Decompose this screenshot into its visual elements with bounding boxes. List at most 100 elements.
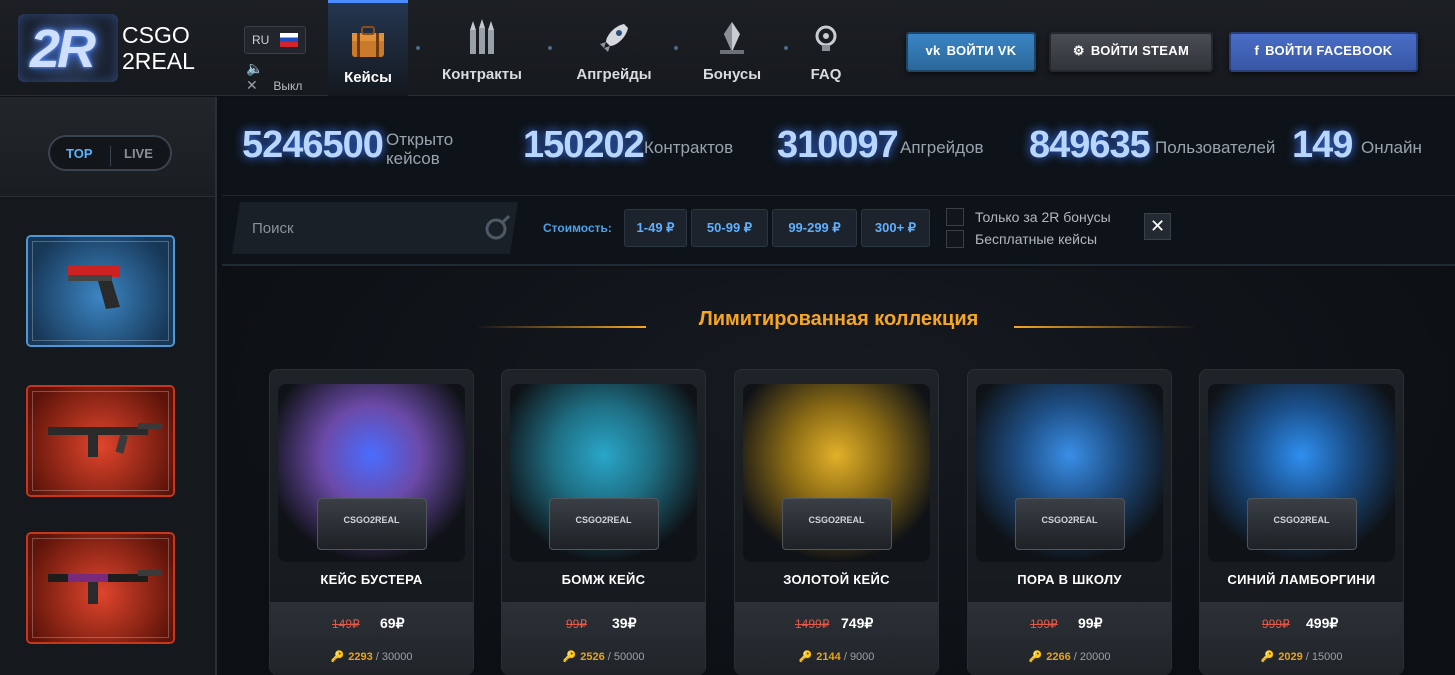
case-price: 69₽ [380, 615, 405, 631]
case-card[interactable]: CSGO2REAL СИНИЙ ЛАМБОРГИНИ 999₽ 499₽ 🔑 20… [1199, 369, 1404, 675]
search-input[interactable] [252, 216, 462, 240]
case-price-band [968, 602, 1171, 675]
login-vk-label: ВОЙТИ VK [946, 43, 1017, 58]
case-artwork: CSGO2REAL [1208, 384, 1395, 562]
crystal-icon [720, 22, 744, 54]
key-icon: 🔑 [1028, 651, 1043, 663]
nav-cases[interactable]: Кейсы [328, 0, 408, 96]
language-selector[interactable]: RU [244, 26, 306, 54]
case-total-count: 30000 [381, 651, 413, 663]
case-total-count: 9000 [849, 651, 875, 663]
case-box-icon: CSGO2REAL [548, 498, 659, 550]
site-stats-bar: 5246500 Открыто кейсов 150202 Контрактов… [222, 98, 1455, 196]
case-artwork: CSGO2REAL [976, 384, 1163, 562]
case-stock: 🔑 2526 / 50000 [502, 650, 705, 663]
vk-icon: vk [925, 43, 941, 58]
case-stock: 🔑 2266 / 20000 [968, 650, 1171, 663]
case-total-count: 20000 [1079, 651, 1111, 663]
title-decor-right [1014, 326, 1196, 328]
case-name: КЕЙС БУСТЕРА [320, 572, 423, 587]
login-facebook-button[interactable]: f ВОЙТИ FACEBOOK [1229, 32, 1418, 72]
key-icon: 🔑 [798, 651, 813, 663]
case-sold-count: 2293 [348, 651, 373, 663]
case-artwork: CSGO2REAL [510, 384, 697, 562]
cost-label: Стоимость: [543, 221, 612, 235]
price-filter-300-plus[interactable]: 300+ ₽ [861, 209, 930, 247]
case-old-price: 999₽ [1262, 617, 1290, 631]
drops-header: TOP LIVE [0, 97, 215, 197]
drop-card[interactable] [28, 237, 173, 345]
logo-wordmark: CSGO 2REAL [122, 22, 195, 74]
case-price-band [502, 602, 705, 675]
case-box-label: CSGO2REAL [575, 515, 632, 525]
logo-2r-text: 2R [30, 19, 96, 79]
sound-label: Выкл [273, 79, 303, 93]
briefcase-icon [352, 26, 384, 57]
nav-contracts[interactable]: Контракты [434, 0, 530, 96]
login-vk-button[interactable]: vk ВОЙТИ VK [906, 32, 1036, 72]
nav-label: Кейсы [344, 69, 392, 86]
toggle-top[interactable]: TOP [66, 146, 93, 161]
top-live-toggle[interactable]: TOP LIVE [48, 135, 172, 171]
case-stock: 🔑 2144 / 9000 [735, 650, 938, 663]
price-filter-99-299[interactable]: 99-299 ₽ [772, 209, 857, 247]
case-sold-count: 2266 [1046, 651, 1071, 663]
case-card[interactable]: CSGO2REAL КЕЙС БУСТЕРА 149₽ 69₽ 🔑 2293 / … [269, 369, 474, 675]
case-price: 499₽ [1306, 615, 1339, 631]
case-old-price: 199₽ [1030, 617, 1058, 631]
case-total-count: 15000 [1311, 651, 1343, 663]
stat-users-value: 849635 [1029, 124, 1151, 166]
language-code: RU [252, 33, 270, 47]
rifle-icon [48, 423, 162, 457]
case-old-price: 99₽ [566, 617, 587, 631]
nav-separator-dot [548, 46, 552, 50]
case-card[interactable]: CSGO2REAL ПОРА В ШКОЛУ 199₽ 99₽ 🔑 2266 / … [967, 369, 1172, 675]
stat-upgrades-value: 310097 [777, 124, 899, 166]
case-box-icon: CSGO2REAL [781, 498, 892, 550]
bullets-icon [470, 19, 494, 54]
case-box-icon: CSGO2REAL [1014, 498, 1125, 550]
case-name: ЗОЛОТОЙ КЕЙС [783, 572, 890, 587]
nav-upgrades[interactable]: Апгрейды [568, 0, 660, 96]
case-artwork: CSGO2REAL [278, 384, 465, 562]
site-logo[interactable]: 2R CSGO 2REAL [18, 10, 218, 84]
price-filter-1-49[interactable]: 1-49 ₽ [624, 209, 687, 247]
live-drops-sidebar: TOP LIVE [0, 97, 217, 675]
nav-separator-dot [416, 46, 420, 50]
free-cases-checkbox[interactable] [946, 230, 964, 248]
login-steam-button[interactable]: ⚙ ВОЙТИ STEAM [1049, 32, 1213, 72]
logo-line-1: CSGO [122, 22, 190, 48]
nav-label: Контракты [442, 66, 522, 83]
case-card[interactable]: CSGO2REAL БОМЖ КЕЙС 99₽ 39₽ 🔑 2526 / 5000… [501, 369, 706, 675]
stat-contracts-label: Контрактов [644, 138, 734, 157]
search-box [232, 202, 518, 254]
clear-filters-button[interactable]: ✕ [1144, 213, 1171, 240]
case-sold-count: 2526 [580, 651, 605, 663]
nav-bonuses[interactable]: Бонусы [688, 0, 776, 96]
case-old-price: 149₽ [332, 617, 360, 631]
drop-card[interactable] [28, 387, 173, 495]
case-box-icon: CSGO2REAL [1246, 498, 1357, 550]
stat-contracts-value: 150202 [523, 124, 645, 166]
case-box-label: CSGO2REAL [343, 515, 400, 525]
rocket-icon [600, 24, 628, 52]
nav-separator-dot [784, 46, 788, 50]
case-stock: 🔑 2029 / 15000 [1200, 650, 1403, 663]
stat-upgrades-label: Апгрейдов [900, 138, 984, 157]
toggle-divider [110, 146, 111, 166]
case-stock: 🔑 2293 / 30000 [270, 650, 473, 663]
key-icon: 🔑 [1260, 651, 1275, 663]
only-bonus-checkbox[interactable] [946, 208, 964, 226]
gear-bulb-icon [815, 25, 837, 51]
sound-toggle[interactable]: 🔈✕ Выкл [246, 60, 302, 94]
rifle-icon [48, 570, 162, 604]
search-icon[interactable] [484, 214, 512, 242]
case-card[interactable]: CSGO2REAL ЗОЛОТОЙ КЕЙС 1499₽ 749₽ 🔑 2144 … [734, 369, 939, 675]
nav-faq[interactable]: FAQ [794, 0, 858, 96]
case-total-count: 50000 [613, 651, 645, 663]
toggle-live[interactable]: LIVE [124, 146, 153, 161]
drop-card[interactable] [28, 534, 173, 642]
case-box-label: CSGO2REAL [808, 515, 865, 525]
case-price-band [735, 602, 938, 675]
price-filter-50-99[interactable]: 50-99 ₽ [691, 209, 768, 247]
